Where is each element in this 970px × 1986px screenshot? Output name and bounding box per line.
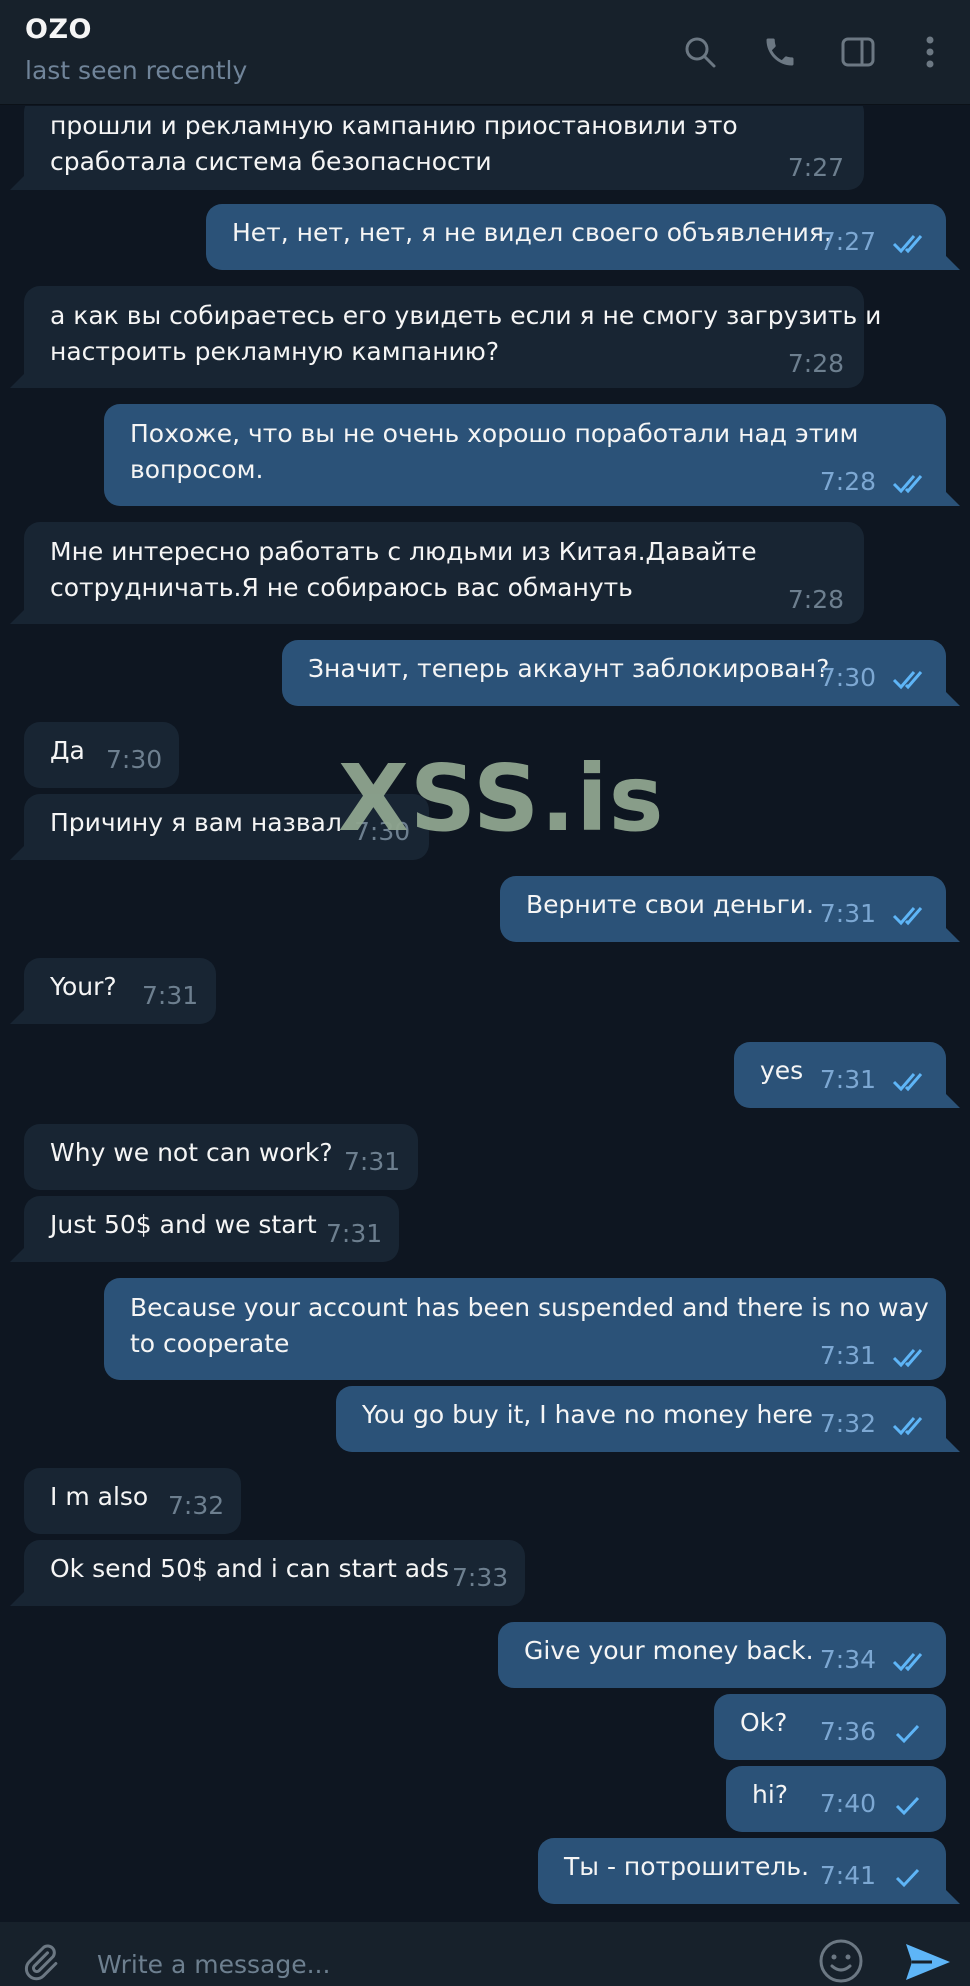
message-text: Нет, нет, нет, я не видел своего объявле…	[232, 218, 832, 247]
message-text: прошли и рекламную кампанию приостановил…	[50, 111, 738, 176]
message-text: Похоже, что вы не очень хорошо поработал…	[130, 419, 859, 484]
send-icon[interactable]	[904, 1940, 952, 1986]
single-check-icon	[894, 1718, 924, 1754]
double-check-icon	[892, 468, 930, 504]
double-check-icon	[892, 1066, 930, 1102]
message-in[interactable]: Your? 7:31	[10, 958, 216, 1024]
message-in[interactable]: Why we not can work? 7:31	[24, 1124, 418, 1190]
double-check-icon	[892, 1646, 930, 1682]
message-time: 7:28	[819, 467, 876, 496]
message-time: 7:32	[819, 1409, 876, 1438]
message-text: Ты - потрошитель.	[564, 1852, 810, 1881]
chat-status: last seen recently	[25, 56, 248, 85]
message-time: 7:31	[819, 899, 876, 928]
message-text: yes	[760, 1056, 804, 1085]
message-time: 7:31	[819, 1065, 876, 1094]
double-check-icon	[892, 1410, 930, 1446]
message-time: 7:33	[452, 1563, 509, 1592]
message-text: Because your account has been suspended …	[130, 1293, 929, 1358]
message-out[interactable]: Значит, теперь аккаунт заблокирован? 7:3…	[282, 640, 960, 706]
message-time: 7:34	[819, 1645, 876, 1674]
message-out[interactable]: Ты - потрошитель. 7:41	[538, 1838, 960, 1904]
double-check-icon	[892, 664, 930, 700]
message-time: 7:31	[326, 1219, 383, 1248]
message-time: 7:41	[819, 1861, 876, 1890]
message-in[interactable]: Мне интересно работать с людьми из Китая…	[10, 522, 864, 624]
message-time: 7:31	[344, 1147, 401, 1176]
paperclip-icon[interactable]	[20, 1940, 60, 1986]
chat-title[interactable]: OZO	[25, 14, 92, 45]
message-time: 7:28	[787, 585, 844, 614]
message-text: Верните свои деньги.	[526, 890, 814, 919]
message-in[interactable]: Да 7:30	[24, 722, 179, 788]
message-in[interactable]: прошли и рекламную кампанию приостановил…	[10, 106, 864, 190]
single-check-icon	[894, 1862, 924, 1898]
message-out[interactable]: Верните свои деньги. 7:31	[500, 876, 960, 942]
message-text: а как вы собираетесь его увидеть если я …	[50, 301, 882, 366]
message-text: Ok send 50$ and i can start ads	[50, 1554, 449, 1583]
message-time: 7:30	[106, 745, 163, 774]
chat-header: OZO last seen recently	[0, 0, 970, 105]
message-text: Ok?	[740, 1708, 788, 1737]
message-text: Значит, теперь аккаунт заблокирован?	[308, 654, 830, 683]
phone-icon[interactable]	[760, 30, 800, 74]
message-text: You go buy it, I have no money here	[362, 1400, 813, 1429]
message-text: Give your money back.	[524, 1636, 814, 1665]
message-text: Just 50$ and we start	[50, 1210, 317, 1239]
message-out[interactable]: Нет, нет, нет, я не видел своего объявле…	[206, 204, 960, 270]
double-check-icon	[892, 228, 930, 264]
more-vert-icon[interactable]	[910, 30, 950, 74]
search-icon[interactable]	[680, 30, 720, 74]
message-out[interactable]: Because your account has been suspended …	[104, 1278, 946, 1380]
message-text: hi?	[752, 1780, 789, 1809]
message-out[interactable]: Похоже, что вы не очень хорошо поработал…	[104, 404, 960, 506]
message-time: 7:30	[819, 663, 876, 692]
message-list[interactable]: прошли и рекламную кампанию приостановил…	[0, 106, 970, 1922]
emoji-icon[interactable]	[818, 1938, 864, 1986]
message-time: 7:40	[819, 1789, 876, 1818]
double-check-icon	[892, 1342, 930, 1378]
message-out[interactable]: yes 7:31	[734, 1042, 960, 1108]
message-composer: Write a message...	[0, 1922, 970, 1986]
message-input[interactable]: Write a message...	[97, 1950, 330, 1979]
message-time: 7:32	[168, 1491, 225, 1520]
message-text: I m also	[50, 1482, 149, 1511]
watermark-logo: XSS.is	[338, 745, 665, 852]
sidebar-toggle-icon[interactable]	[838, 30, 878, 74]
message-in[interactable]: Ok send 50$ and i can start ads 7:33	[10, 1540, 525, 1606]
message-out[interactable]: Ok? 7:36	[714, 1694, 946, 1760]
message-in[interactable]: а как вы собираетесь его увидеть если я …	[10, 286, 881, 388]
message-time: 7:28	[787, 349, 844, 378]
message-text: Причину я вам назвал	[50, 808, 342, 837]
message-text: Your?	[50, 972, 117, 1001]
message-time: 7:31	[819, 1341, 876, 1370]
message-in[interactable]: Just 50$ and we start 7:31	[10, 1196, 399, 1262]
message-text: Мне интересно работать с людьми из Китая…	[50, 537, 757, 602]
message-time: 7:36	[819, 1717, 876, 1746]
message-text: Why we not can work?	[50, 1138, 333, 1167]
message-in[interactable]: I m also 7:32	[24, 1468, 241, 1534]
message-text: Да	[50, 736, 85, 765]
message-out[interactable]: You go buy it, I have no money here 7:32	[336, 1386, 960, 1452]
message-time: 7:31	[142, 981, 199, 1010]
message-out[interactable]: hi? 7:40	[726, 1766, 946, 1832]
single-check-icon	[894, 1790, 924, 1826]
double-check-icon	[892, 900, 930, 936]
message-time: 7:27	[819, 227, 876, 256]
message-time: 7:27	[787, 153, 844, 182]
message-out[interactable]: Give your money back. 7:34	[498, 1622, 946, 1688]
